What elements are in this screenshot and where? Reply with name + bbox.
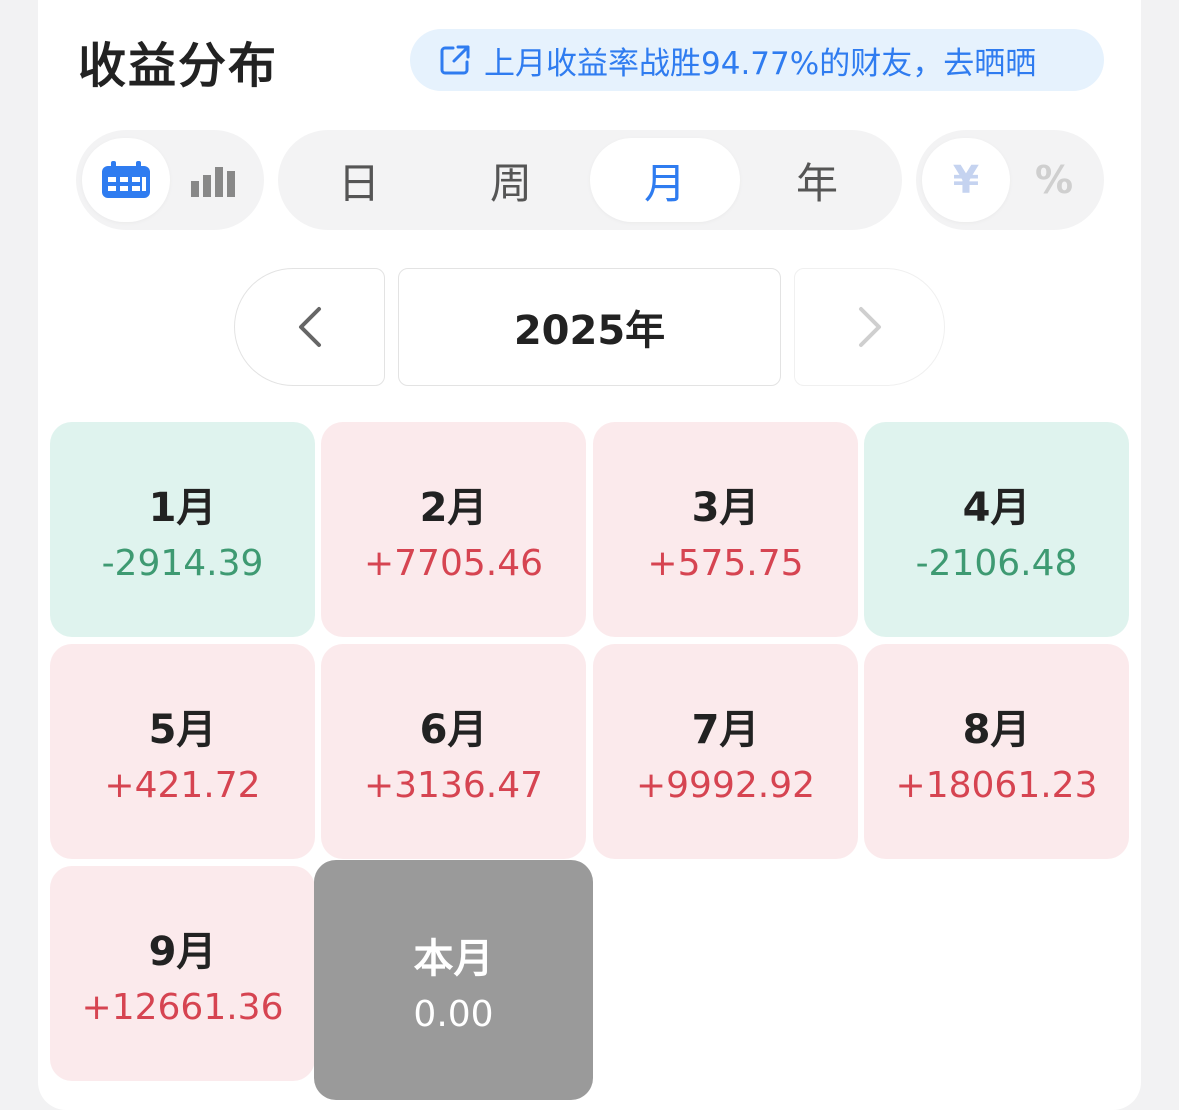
month-cell-feb[interactable]: 2月 +7705.46	[321, 422, 586, 637]
month-value: -2106.48	[915, 543, 1078, 584]
tab-week[interactable]: 周	[436, 138, 586, 222]
prev-year-button[interactable]	[234, 268, 385, 386]
month-value: 0.00	[413, 993, 494, 1035]
month-value: +575.75	[647, 543, 804, 584]
month-label: 4月	[962, 485, 1031, 531]
month-cell-apr[interactable]: 4月 -2106.48	[864, 422, 1129, 637]
month-label: 本月	[413, 935, 494, 982]
month-label: 3月	[691, 485, 760, 531]
tab-year[interactable]: 年	[742, 138, 892, 222]
month-cell-current[interactable]: 本月 0.00	[314, 860, 593, 1100]
month-cell-jun[interactable]: 6月 +3136.47	[321, 644, 586, 859]
month-value: +12661.36	[81, 987, 284, 1028]
view-toggle	[76, 130, 264, 230]
month-label: 6月	[419, 707, 488, 753]
month-cell-jan[interactable]: 1月 -2914.39	[50, 422, 315, 637]
month-label: 5月	[148, 707, 217, 753]
page-title: 收益分布	[78, 38, 279, 94]
tab-day[interactable]: 日	[284, 138, 434, 222]
calendar-icon	[102, 161, 150, 198]
month-cell-mar[interactable]: 3月 +575.75	[593, 422, 858, 637]
month-cell-sep[interactable]: 9月 +12661.36	[50, 866, 315, 1081]
month-label: 2月	[419, 485, 488, 531]
month-label: 7月	[691, 707, 760, 753]
month-value: +421.72	[104, 765, 261, 806]
month-cell-aug[interactable]: 8月 +18061.23	[864, 644, 1129, 859]
chevron-left-icon	[298, 307, 321, 347]
next-year-button[interactable]	[794, 268, 945, 386]
month-label: 8月	[962, 707, 1031, 753]
bar-view-button[interactable]	[170, 138, 258, 222]
calendar-view-button[interactable]	[82, 138, 170, 222]
share-banner-text: 上月收益率战胜94.77%的财友，去晒晒	[484, 45, 1037, 82]
month-value: -2914.39	[101, 543, 264, 584]
currency-unit-button[interactable]: ¥	[922, 138, 1010, 222]
month-value: +3136.47	[363, 765, 544, 806]
month-label: 1月	[148, 485, 217, 531]
share-external-icon	[440, 45, 470, 75]
chevron-right-icon	[858, 307, 881, 347]
share-banner-button[interactable]: 上月收益率战胜94.77%的财友，去晒晒	[410, 29, 1104, 91]
period-tabs: 日 周 月 年	[278, 130, 902, 230]
month-value: +7705.46	[363, 543, 544, 584]
unit-toggle: ¥ %	[916, 130, 1104, 230]
month-cell-jul[interactable]: 7月 +9992.92	[593, 644, 858, 859]
month-value: +18061.23	[895, 765, 1098, 806]
tab-month[interactable]: 月	[590, 138, 740, 222]
month-cell-may[interactable]: 5月 +421.72	[50, 644, 315, 859]
percent-unit-button[interactable]: %	[1010, 138, 1098, 222]
month-label: 9月	[148, 929, 217, 975]
year-label: 2025年	[398, 268, 781, 386]
month-value: +9992.92	[635, 765, 816, 806]
bar-chart-icon	[191, 167, 235, 197]
